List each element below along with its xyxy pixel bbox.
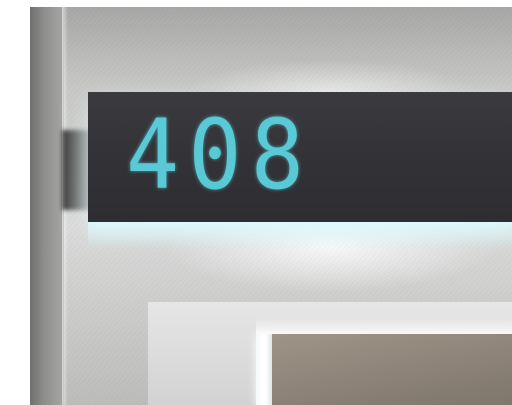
door-panel: [272, 334, 512, 405]
door-frame-light-strip: [256, 334, 272, 405]
sign-backlight-glow: [88, 218, 512, 248]
photo-scene: 408: [0, 0, 512, 405]
room-number-text: 408: [126, 99, 314, 211]
wall-pillar: [30, 7, 64, 405]
